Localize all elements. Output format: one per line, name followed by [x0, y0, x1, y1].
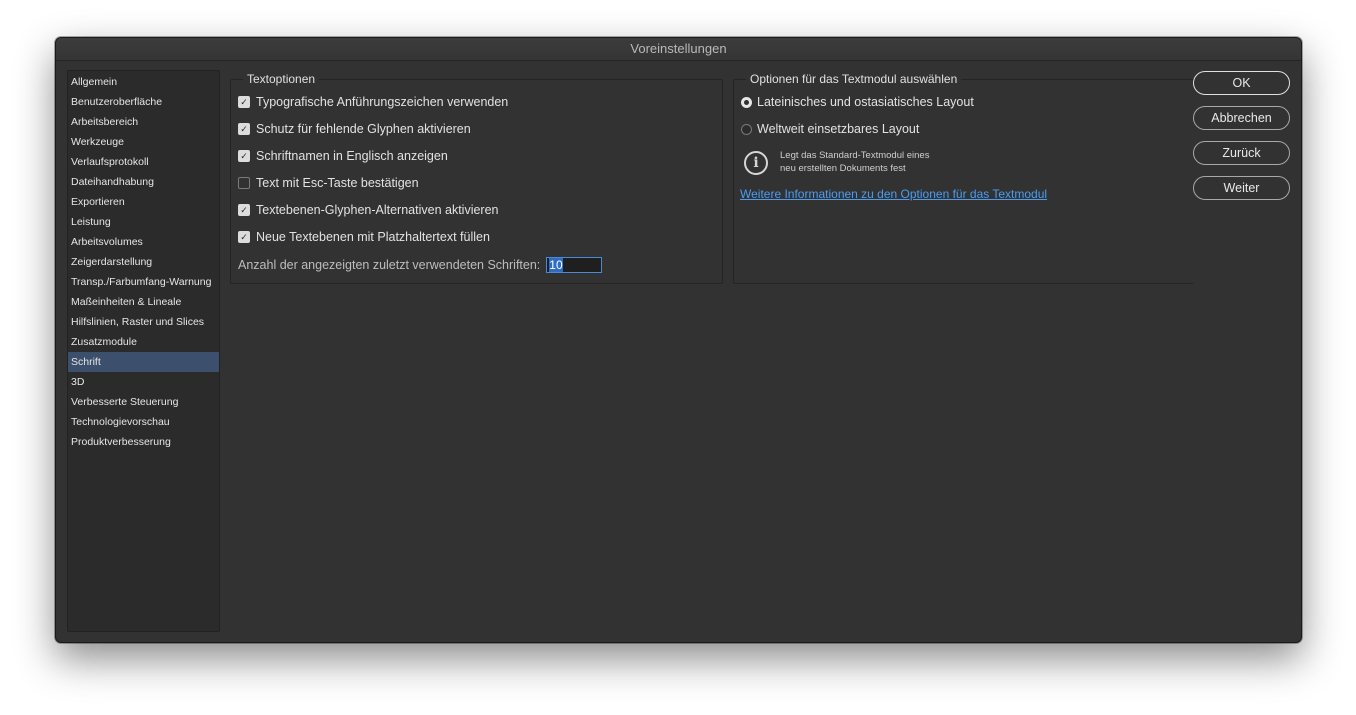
checkbox-label: Text mit Esc-Taste bestätigen — [256, 176, 419, 190]
checkbox-english-font-names[interactable]: ✓ Schriftnamen in Englisch anzeigen — [238, 149, 448, 163]
info-text-line: neu erstellten Dokuments fest — [780, 163, 906, 174]
sidebar-item[interactable]: Exportieren — [68, 192, 219, 212]
next-button[interactable]: Weiter — [1193, 176, 1290, 200]
radio-latin-east-asian[interactable]: Lateinisches und ostasiatisches Layout — [741, 95, 974, 109]
sidebar-item[interactable]: Transp./Farbumfang-Warnung — [68, 272, 219, 292]
sidebar-item[interactable]: Verlaufsprotokoll — [68, 152, 219, 172]
sidebar: Allgemein Benutzeroberfläche Arbeitsbereic… — [67, 70, 220, 632]
radio-button[interactable] — [741, 123, 752, 135]
checkbox-box[interactable]: ✓ — [238, 150, 250, 162]
text-options-title: Textoptionen — [243, 71, 320, 87]
radio-world-ready[interactable]: Weltweit einsetzbares Layout — [741, 122, 919, 136]
checkbox-label: Schutz für fehlende Glyphen aktivieren — [256, 122, 471, 136]
sidebar-item[interactable]: Werkzeuge — [68, 132, 219, 152]
sidebar-item[interactable]: Produktverbesserung — [68, 432, 219, 452]
checkbox-label: Typografische Anführungszeichen verwende… — [256, 95, 509, 109]
text-engine-group: Optionen für das Textmodul auswählen — [733, 71, 1194, 284]
sidebar-item[interactable]: Schrift — [68, 352, 219, 372]
checkbox-label: Neue Textebenen mit Platzhaltertext füll… — [256, 230, 490, 244]
checkbox-label: Textebenen-Glyphen-Alternativen aktivier… — [256, 203, 499, 217]
window-title: Voreinstellungen — [56, 38, 1301, 61]
checkbox-esc-commit[interactable]: Text mit Esc-Taste bestätigen — [238, 176, 419, 190]
checkbox-glyph-alternates[interactable]: ✓ Textebenen-Glyphen-Alternativen aktivi… — [238, 203, 499, 217]
recent-fonts-value: 10 — [549, 258, 563, 272]
sidebar-item[interactable]: Zeigerdarstellung — [68, 252, 219, 272]
info-icon: i — [744, 151, 768, 175]
text-engine-title: Optionen für das Textmodul auswählen — [746, 71, 962, 87]
checkbox-box[interactable]: ✓ — [238, 231, 250, 243]
sidebar-item[interactable]: Allgemein — [68, 72, 219, 92]
sidebar-item[interactable]: Technologievorschau — [68, 412, 219, 432]
recent-fonts-row: Anzahl der angezeigten zuletzt verwendet… — [238, 257, 603, 273]
sidebar-item[interactable]: 3D — [68, 372, 219, 392]
checkbox-placeholder-text[interactable]: ✓ Neue Textebenen mit Platzhaltertext fü… — [238, 230, 490, 244]
sidebar-item[interactable]: Maßeinheiten & Lineale — [68, 292, 219, 312]
sidebar-item[interactable]: Hilfslinien, Raster und Slices — [68, 312, 219, 332]
sidebar-item[interactable]: Zusatzmodule — [68, 332, 219, 352]
text-engine-info-link[interactable]: Weitere Informationen zu den Optionen fü… — [740, 187, 1047, 201]
recent-fonts-input[interactable]: 10 — [546, 257, 603, 273]
sidebar-list: Allgemein Benutzeroberfläche Arbeitsbereic… — [68, 71, 219, 452]
info-text: Legt das Standard-Textmodul eines neu er… — [780, 149, 929, 175]
checkbox-box[interactable]: ✓ — [238, 204, 250, 216]
sidebar-item[interactable]: Arbeitsbereich — [68, 112, 219, 132]
preferences-dialog: Voreinstellungen Allgemein Benutzeroberfl… — [55, 37, 1302, 643]
checkbox-label: Schriftnamen in Englisch anzeigen — [256, 149, 448, 163]
sidebar-item[interactable]: Leistung — [68, 212, 219, 232]
checkbox-typographic-quotes[interactable]: ✓ Typografische Anführungszeichen verwen… — [238, 95, 508, 109]
sidebar-item[interactable]: Benutzeroberfläche — [68, 92, 219, 112]
back-button[interactable]: Zurück — [1193, 141, 1290, 165]
recent-fonts-label: Anzahl der angezeigten zuletzt verwendet… — [238, 258, 541, 272]
radio-button[interactable] — [741, 96, 752, 108]
radio-label: Lateinisches und ostasiatisches Layout — [757, 95, 974, 109]
ok-button[interactable]: OK — [1193, 71, 1290, 95]
checkbox-missing-glyph-protection[interactable]: ✓ Schutz für fehlende Glyphen aktivieren — [238, 122, 471, 136]
sidebar-item[interactable]: Arbeitsvolumes — [68, 232, 219, 252]
checkbox-box[interactable]: ✓ — [238, 123, 250, 135]
checkbox-box[interactable] — [238, 177, 250, 189]
sidebar-item[interactable]: Verbesserte Steuerung — [68, 392, 219, 412]
sidebar-item[interactable]: Dateihandhabung — [68, 172, 219, 192]
checkbox-box[interactable]: ✓ — [238, 96, 250, 108]
info-text-line: Legt das Standard-Textmodul eines — [780, 150, 930, 161]
cancel-button[interactable]: Abbrechen — [1193, 106, 1290, 130]
radio-label: Weltweit einsetzbares Layout — [757, 122, 920, 136]
